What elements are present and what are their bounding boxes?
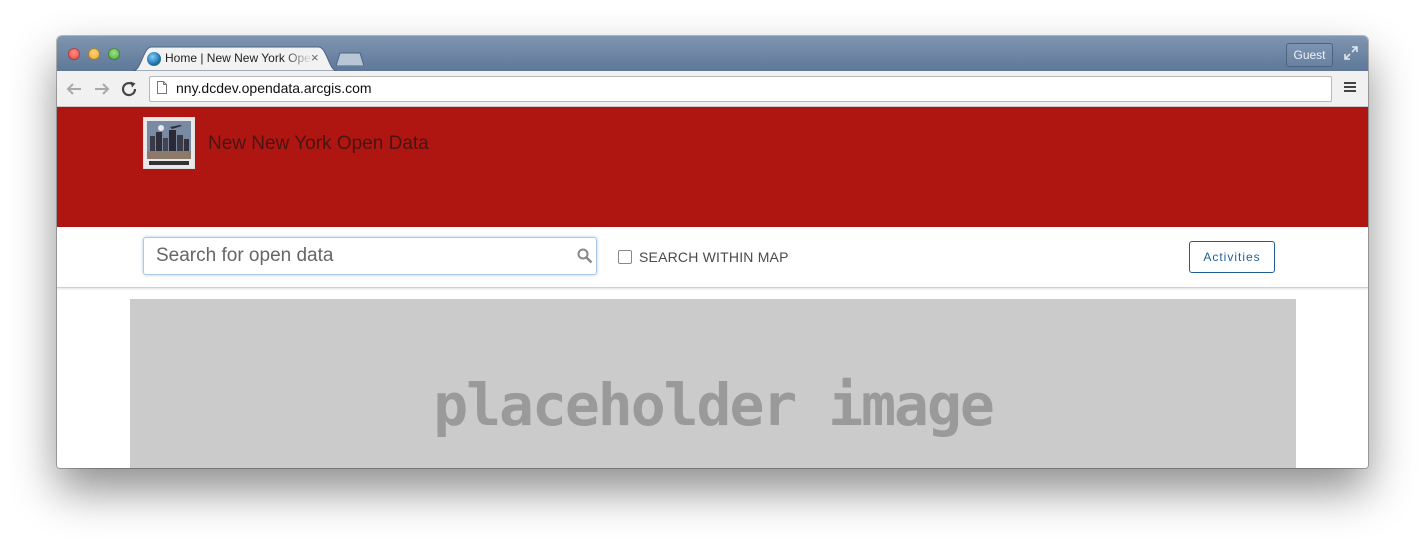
address-url[interactable]: nny.dcdev.opendata.arcgis.com bbox=[176, 80, 372, 96]
search-within-map-checkbox[interactable] bbox=[618, 250, 632, 264]
new-tab-button[interactable] bbox=[336, 52, 364, 66]
activities-button[interactable]: Activities bbox=[1189, 241, 1275, 273]
page-icon bbox=[157, 81, 167, 94]
placeholder-image-text: placeholder image bbox=[433, 371, 995, 439]
search-toolbar: SEARCH WITHIN MAP Activities bbox=[57, 227, 1368, 288]
fullscreen-icon[interactable] bbox=[1343, 45, 1359, 61]
search-icon[interactable] bbox=[577, 248, 593, 264]
hero-image: placeholder image bbox=[130, 299, 1296, 468]
minimize-window-button[interactable] bbox=[88, 48, 100, 60]
site-logo[interactable] bbox=[143, 117, 195, 169]
tab-title: Home | New New York Open Data bbox=[165, 51, 313, 65]
page-content: New New York Open Data SEARCH WITHIN MAP… bbox=[57, 107, 1368, 468]
forward-arrow-icon[interactable] bbox=[93, 81, 111, 97]
search-input[interactable] bbox=[143, 237, 597, 275]
maximize-window-button[interactable] bbox=[108, 48, 120, 60]
globe-icon bbox=[147, 52, 161, 66]
site-header-banner: New New York Open Data bbox=[57, 107, 1368, 227]
back-arrow-icon[interactable] bbox=[65, 81, 83, 97]
browser-window: Home | New New York Open Data × Guest nn… bbox=[57, 36, 1368, 468]
guest-profile-button[interactable]: Guest bbox=[1286, 43, 1333, 67]
reload-icon[interactable] bbox=[121, 81, 139, 97]
close-window-button[interactable] bbox=[68, 48, 80, 60]
menu-icon[interactable] bbox=[1343, 80, 1357, 94]
site-title[interactable]: New New York Open Data bbox=[208, 133, 429, 155]
search-within-map-label[interactable]: SEARCH WITHIN MAP bbox=[639, 249, 789, 265]
tab-close-icon[interactable]: × bbox=[311, 50, 319, 65]
